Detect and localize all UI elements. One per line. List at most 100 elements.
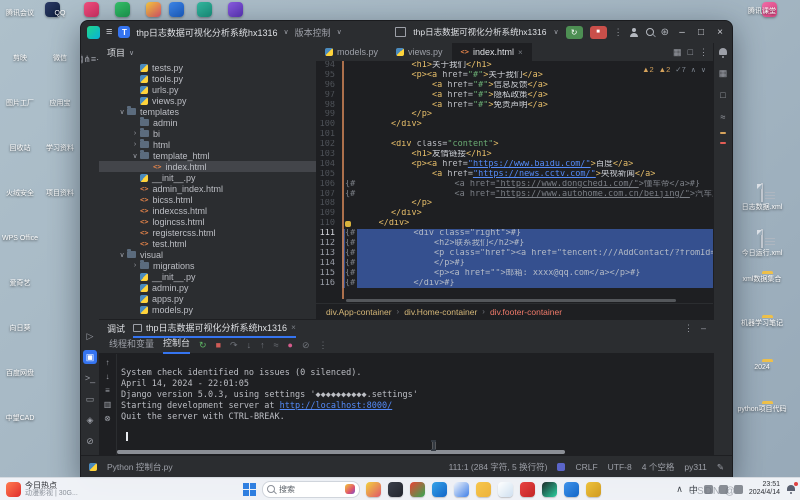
clear-console-icon[interactable]: ⊗	[104, 414, 111, 423]
code-line-101[interactable]: 101	[316, 130, 714, 140]
tree-item-tools.py[interactable]: tools.py	[99, 73, 316, 84]
clock[interactable]: 23:51 2024/4/14	[749, 481, 780, 497]
close-tab-icon[interactable]: ×	[518, 48, 523, 57]
line-ending[interactable]: CRLF	[575, 462, 597, 472]
code-line-108[interactable]: 108</p>	[316, 199, 714, 209]
desktop-icon-向日葵[interactable]: 向日葵	[0, 323, 52, 333]
console-horizontal-scrollbar[interactable]	[117, 450, 565, 454]
step-over-icon[interactable]: ↷	[230, 339, 238, 351]
qq-icon[interactable]	[498, 482, 513, 497]
notification-center-icon[interactable]	[786, 484, 796, 494]
desktop-icon-app[interactable]	[730, 448, 794, 450]
tree-arrow-icon[interactable]: ∨	[131, 152, 139, 160]
close-button[interactable]: ×	[714, 27, 726, 38]
red-app-icon[interactable]	[520, 482, 535, 497]
desktop-icon-2024[interactable]: 2024	[730, 362, 794, 372]
tree-item-migrations[interactable]: ›migrations	[99, 260, 316, 271]
tree-item-models.py[interactable]: models.py	[99, 304, 316, 315]
game-app-icon[interactable]	[586, 482, 601, 497]
editor-horizontal-scrollbar[interactable]	[346, 299, 676, 302]
database-tool-icon[interactable]: ▦	[716, 66, 730, 80]
tree-arrow-icon[interactable]: ∨	[118, 251, 126, 259]
suite-app-icon[interactable]	[228, 2, 243, 17]
breadcrumb-item[interactable]: div.Home-container	[404, 307, 477, 317]
notifications-bell-icon[interactable]	[718, 48, 728, 58]
cloud-app-icon[interactable]	[169, 2, 184, 17]
terminal-tool-icon[interactable]: ▭	[83, 392, 97, 406]
code-line-110[interactable]: 110</div>	[316, 219, 714, 229]
pycharm-icon[interactable]	[542, 482, 557, 497]
code-line-98[interactable]: 98<a href="#">免责声明</a>	[316, 101, 714, 111]
debug-tab-线程和变量[interactable]: 线程和变量	[109, 337, 154, 353]
news-widget[interactable]: 今日热点 动漫影视 | 30G...	[0, 481, 146, 498]
breadcrumb-item[interactable]: div.App-container	[326, 307, 392, 317]
code-line-116[interactable]: 116{#</div>#}	[316, 279, 714, 289]
browser-app-icon[interactable]	[146, 2, 161, 17]
desktop-icon-中望CAD[interactable]: 中望CAD	[0, 413, 52, 423]
console-output[interactable]: System check identified no issues (0 sil…	[121, 368, 710, 423]
debug-console-body[interactable]: ↑↓≡▥⊗ System check identified no issues …	[99, 354, 714, 457]
editor-tab-views.py[interactable]: views.py	[387, 43, 452, 61]
ai-assistant-tool-icon[interactable]: □	[716, 88, 730, 102]
dark-app-icon[interactable]	[388, 482, 403, 497]
minimize-button[interactable]: –	[676, 27, 688, 38]
scroll-to-top-icon[interactable]: ↑	[106, 358, 110, 367]
code-line-100[interactable]: 100</div>	[316, 120, 714, 130]
run-config-selector[interactable]: thp日志数据可视化分析系统hx1316	[413, 26, 546, 38]
main-menu-icon[interactable]: ≡	[106, 27, 112, 38]
desktop-icon-python项目代码[interactable]: python项目代码	[730, 404, 794, 414]
tree-item-bi[interactable]: ›bi	[99, 128, 316, 139]
tree-item-__init__.py[interactable]: __init__.py	[99, 172, 316, 183]
desktop-icon-爱奇艺[interactable]: 爱奇艺	[0, 278, 52, 288]
editor-more-icon[interactable]: ⋮	[699, 47, 708, 58]
maximize-button[interactable]: □	[695, 27, 707, 38]
opera-icon[interactable]	[454, 482, 469, 497]
code-line-96[interactable]: 96<a href="#">信息反馈</a>	[316, 81, 714, 91]
code-editor[interactable]: 94<h1>关于我们</h1>95<p><a href="#">关于我们</a>…	[316, 61, 714, 299]
tree-item-admin_index.html[interactable]: <>admin_index.html	[99, 183, 316, 194]
hide-panel-icon[interactable]: –	[701, 323, 706, 334]
code-line-105[interactable]: 105<a href="https://news.cctv.com/">央视新闻…	[316, 170, 714, 180]
tree-item-admin.py[interactable]: admin.py	[99, 282, 316, 293]
code-line-115[interactable]: 115{#<p><a href="">邮箱: xxxx@qq.com</a></…	[316, 269, 714, 279]
code-line-97[interactable]: 97<a href="#">隐私政策</a>	[316, 91, 714, 101]
project-panel-header[interactable]: 项目 ∨	[99, 43, 316, 62]
search-input[interactable]: 搜索	[262, 481, 360, 498]
tree-arrow-icon[interactable]: ∨	[118, 108, 126, 116]
tree-item-visual[interactable]: ∨visual	[99, 249, 316, 260]
evaluate-expression-icon[interactable]: ≈	[274, 339, 279, 351]
tree-arrow-icon[interactable]: ›	[131, 262, 139, 269]
vcs-widget[interactable]: 版本控制	[295, 26, 331, 39]
tree-item-bicss.html[interactable]: <>bicss.html	[99, 194, 316, 205]
lock-icon[interactable]: ✎	[717, 462, 724, 473]
code-line-107[interactable]: 107{#<a href="https://www.autohome.com.c…	[316, 190, 714, 200]
next-problem-icon[interactable]: ∨	[701, 66, 706, 74]
editor-tab-models.py[interactable]: models.py	[316, 43, 387, 61]
gradle-tool-icon[interactable]: ≈	[716, 110, 730, 124]
tree-arrow-icon[interactable]: ›	[131, 130, 139, 137]
view-breakpoints-icon[interactable]: ⊘	[302, 339, 310, 351]
tool-app-icon[interactable]	[197, 2, 212, 17]
tree-item-registercss.html[interactable]: <>registercss.html	[99, 227, 316, 238]
debug-options-icon[interactable]: ⋮	[684, 323, 693, 334]
step-into-icon[interactable]: ↓	[247, 339, 252, 351]
interpreter[interactable]: py311	[684, 462, 707, 472]
scroll-to-end-icon[interactable]: ↓	[106, 372, 110, 381]
code-line-113[interactable]: 113{#<p class="href"><a href="tencent://…	[316, 249, 714, 259]
breadcrumb-item[interactable]: div.footer-container	[490, 307, 562, 317]
tree-item-tests.py[interactable]: tests.py	[99, 62, 316, 73]
edge-icon[interactable]	[432, 482, 447, 497]
soft-wrap-icon[interactable]: ≡	[105, 386, 110, 395]
desktop-icon-WPS Office[interactable]: WPS Office	[0, 233, 52, 243]
indent-setting[interactable]: 4 个空格	[642, 461, 675, 473]
tree-item-html[interactable]: ›html	[99, 139, 316, 150]
stop-button[interactable]: ■	[590, 26, 607, 39]
meeting-app-icon[interactable]	[564, 482, 579, 497]
stop-button[interactable]: ■	[216, 339, 221, 351]
start-button[interactable]	[243, 483, 256, 496]
code-line-112[interactable]: 112{#<h2>联系我们</h2>#}	[316, 239, 714, 249]
code-line-104[interactable]: 104<p><a href="https://www.baidu.com/">百…	[316, 160, 714, 170]
tray-expand-icon[interactable]: ∧	[676, 484, 683, 495]
step-out-icon[interactable]: ↑	[260, 339, 265, 351]
search-everywhere-icon[interactable]	[646, 28, 654, 36]
